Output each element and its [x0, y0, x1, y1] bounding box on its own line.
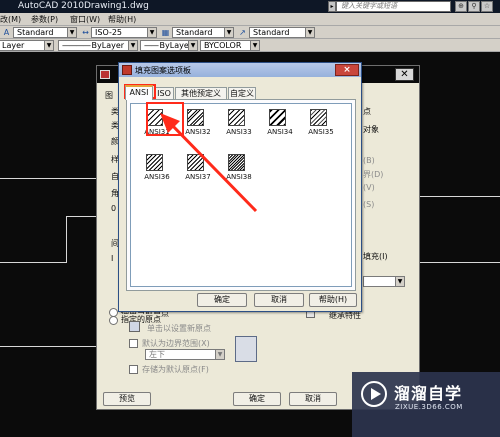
- pointer-arrow: [160, 113, 258, 213]
- default-boundary-label: 默认为边界范围(X): [142, 339, 210, 348]
- properties-toolbar: Layer ▼ ———— ByLayer ▼ —— ByLayer ▼ BYCOLOR…: [0, 39, 500, 52]
- menu-window[interactable]: 窗口(W): [70, 14, 100, 25]
- ok-button[interactable]: 确定: [233, 392, 281, 406]
- play-icon: [361, 381, 387, 407]
- table-style-icon: ▦: [161, 28, 170, 37]
- menu-modify[interactable]: 改(M): [0, 14, 21, 25]
- store-default-checkbox[interactable]: [129, 365, 138, 374]
- store-default-label: 存储为默认原点(F): [142, 365, 209, 374]
- preview-button[interactable]: 预览: [103, 392, 151, 406]
- drawing-line: [66, 216, 96, 217]
- fragment-label: 图: [105, 91, 113, 100]
- table-style-select[interactable]: Standard ▼: [172, 27, 234, 38]
- tab-iso[interactable]: ISO: [154, 87, 174, 99]
- cancel-button[interactable]: 取消: [289, 392, 337, 406]
- menu-help[interactable]: 帮助(H): [108, 14, 136, 25]
- palette-ok-button[interactable]: 确定: [197, 293, 247, 307]
- fragment-label: 点: [363, 107, 371, 116]
- drawing-line: [0, 262, 66, 263]
- watermark-brand: 溜溜自学: [394, 384, 463, 403]
- drawing-line: [420, 196, 500, 197]
- palette-titlebar: 填充图案选项板: [119, 63, 361, 77]
- linetype-sample: ————: [62, 41, 92, 50]
- pattern-swatch: [269, 109, 286, 126]
- fragment-label: (V): [363, 183, 375, 192]
- binoculars-icon[interactable]: ⊕: [455, 1, 467, 12]
- lineweight-select[interactable]: —— ByLayer ▼: [140, 40, 198, 51]
- linetype-select[interactable]: ———— ByLayer ▼: [58, 40, 138, 51]
- menu-bar: 改(M) 参数(P) 窗口(W) 帮助(H): [0, 13, 500, 26]
- fragment-label: 0: [111, 204, 117, 213]
- text-style-value: Standard: [17, 28, 54, 37]
- table-style-value: Standard: [176, 28, 213, 37]
- fragment-label: (S): [363, 200, 375, 209]
- set-origin-icon[interactable]: [129, 321, 140, 332]
- watermark-logo: 溜溜自学 ZIXUE.3D66.COM: [352, 372, 500, 437]
- styles-toolbar: A Standard ▼ ↔ ISO-25 ▼ ▦ Standard ▼ ↗ Stan…: [0, 26, 500, 39]
- text-style-icon: A: [3, 28, 10, 37]
- tab-other-predefined[interactable]: 其他预定义: [175, 87, 227, 99]
- close-icon[interactable]: ×: [335, 64, 359, 76]
- color-select[interactable]: BYCOLOR ▼: [200, 40, 260, 51]
- drawing-line: [66, 216, 67, 263]
- star-icon[interactable]: ☆: [481, 1, 493, 12]
- hatch-pattern-item[interactable]: ANSI35: [301, 106, 341, 146]
- tab-ansi[interactable]: ANSI: [125, 85, 153, 100]
- multileader-style-icon: ↗: [239, 28, 246, 37]
- arrow-shaft: [166, 119, 258, 213]
- text-style-select[interactable]: Standard ▼: [13, 27, 77, 38]
- click-set-origin-label: 单击以设置新原点: [147, 324, 211, 333]
- fragment-label: (B): [363, 156, 375, 165]
- app-icon: [122, 65, 132, 75]
- default-boundary-checkbox[interactable]: [129, 339, 138, 348]
- fill-select[interactable]: ▼: [363, 276, 405, 287]
- layer-select[interactable]: Layer ▼: [0, 40, 54, 51]
- search-dropdown-icon[interactable]: ▸: [328, 1, 336, 12]
- fragment-label: 对象: [363, 125, 379, 134]
- fragment-label: I: [111, 254, 114, 263]
- menu-parameters[interactable]: 参数(P): [31, 14, 58, 25]
- multileader-style-value: Standard: [253, 28, 290, 37]
- search-input[interactable]: 键入关键字或短语: [336, 1, 451, 12]
- position-value: 左下: [149, 350, 165, 359]
- color-value: BYCOLOR: [204, 41, 242, 50]
- fill-label: 填充(I): [363, 252, 388, 261]
- lineweight-sample: ——: [144, 41, 160, 50]
- dim-style-icon: ↔: [82, 28, 89, 37]
- layer-value: Layer: [2, 41, 25, 50]
- palette-help-button[interactable]: 帮助(H): [309, 293, 357, 307]
- origin-grid-icon: [235, 336, 257, 362]
- key-icon[interactable]: ⚲: [468, 1, 480, 12]
- position-select[interactable]: 左下 ▼: [145, 349, 225, 360]
- pattern-swatch: [310, 109, 327, 126]
- dim-style-select[interactable]: ISO-25 ▼: [91, 27, 157, 38]
- linetype-value: ByLayer: [91, 41, 125, 50]
- palette-cancel-button[interactable]: 取消: [254, 293, 304, 307]
- specified-origin-radio[interactable]: [109, 316, 118, 325]
- palette-title: 填充图案选项板: [135, 66, 191, 75]
- multileader-style-select[interactable]: Standard ▼: [249, 27, 315, 38]
- close-icon[interactable]: ✕: [395, 68, 414, 81]
- tab-custom[interactable]: 自定义: [228, 87, 256, 99]
- pattern-label: ANSI35: [308, 128, 334, 136]
- drawing-line: [0, 178, 96, 179]
- app-icon: [100, 70, 110, 79]
- watermark-url: ZIXUE.3D66.COM: [395, 403, 463, 411]
- file-name: Drawing1.dwg: [84, 1, 149, 11]
- drawing-line: [0, 346, 96, 347]
- fragment-label: 界(D): [363, 170, 384, 179]
- drawing-line: [420, 262, 500, 263]
- app-name: AutoCAD 2010: [18, 1, 85, 11]
- dim-style-value: ISO-25: [95, 28, 123, 37]
